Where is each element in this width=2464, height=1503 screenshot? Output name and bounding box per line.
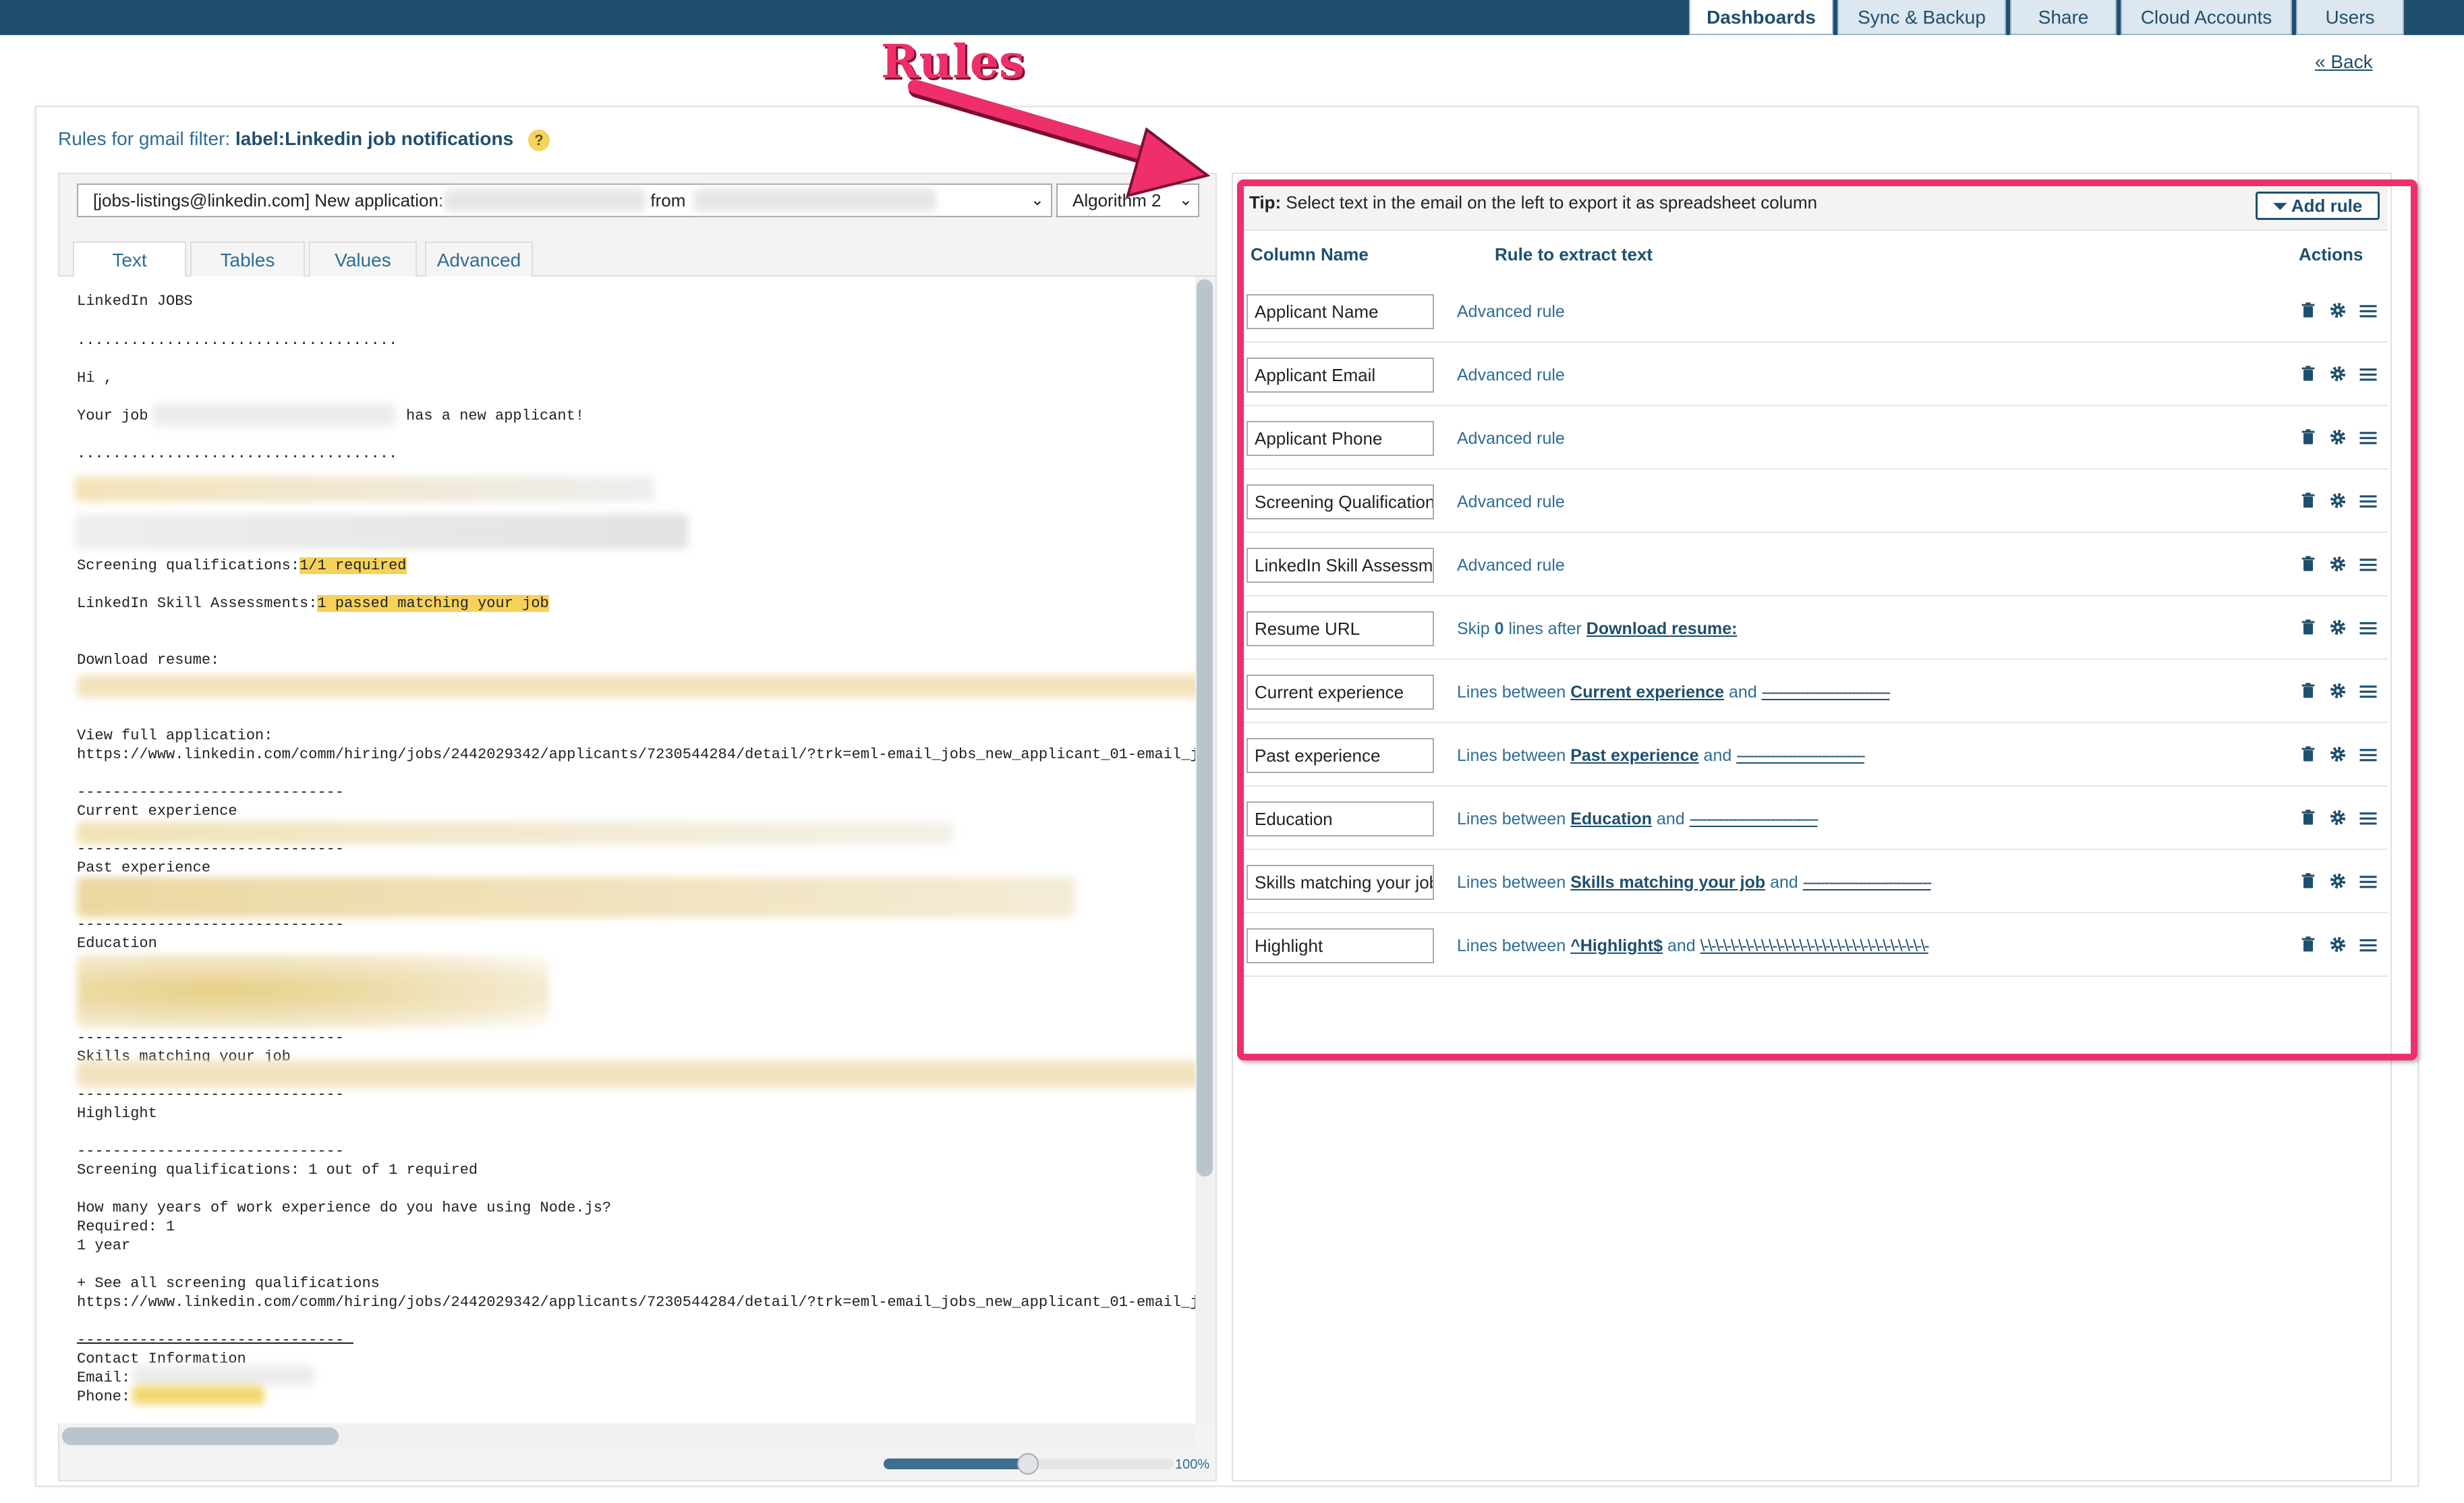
annotation-arrow-icon xyxy=(908,80,1211,198)
